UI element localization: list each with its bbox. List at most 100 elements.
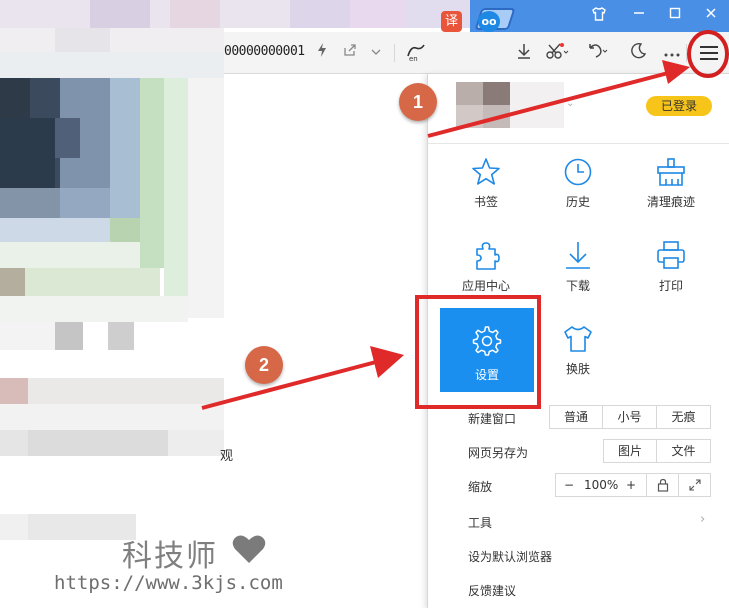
download-icon: [566, 242, 590, 269]
app-center-tile[interactable]: 应用中心: [437, 239, 535, 294]
zoom-control: − 100% +: [555, 473, 647, 497]
tile-label: 清理痕迹: [646, 195, 695, 209]
mosaic-block: [0, 268, 25, 296]
downloads-tile[interactable]: 下载: [529, 239, 627, 294]
new-window-normal-button[interactable]: 普通: [549, 405, 603, 429]
tile-label: 换肤: [565, 362, 590, 376]
watermark-title: 科技师: [122, 539, 218, 574]
tools-menu-item[interactable]: 工具: [468, 514, 492, 531]
mosaic-block: [60, 188, 110, 218]
extension-icon[interactable]: oo: [478, 11, 500, 32]
bookmarks-tile[interactable]: 书签: [437, 157, 535, 210]
zoom-value: 100%: [584, 478, 619, 492]
printer-icon: [657, 241, 685, 269]
address-bar-text[interactable]: 00000000001: [224, 44, 305, 59]
clock-icon: [564, 158, 592, 186]
fullscreen-button[interactable]: [678, 473, 711, 497]
step-1-badge: 1: [399, 83, 437, 121]
download-icon[interactable]: [512, 42, 536, 64]
share-icon[interactable]: [338, 42, 362, 64]
mosaic-block: [0, 28, 224, 52]
toolbar-divider: [394, 44, 395, 62]
watermark-url: https://www.3kjs.com: [54, 572, 283, 594]
mosaic-block: [0, 242, 140, 268]
night-mode-moon-icon[interactable]: [626, 42, 650, 64]
new-window-small-button[interactable]: 小号: [602, 405, 657, 429]
screenshot-stage: 00000000001 en 译 oo 观 ⌄ 已登录 书签 历史 清理痕迹 应…: [0, 0, 729, 608]
step-2-badge: 2: [245, 346, 283, 384]
mosaic-block: [28, 514, 136, 540]
print-tile[interactable]: 打印: [622, 239, 720, 294]
mosaic-block: [90, 0, 150, 28]
chevron-down-icon[interactable]: ⌄: [566, 98, 574, 109]
lightning-icon[interactable]: [310, 42, 334, 64]
screenshot-scissors-icon[interactable]: [545, 42, 569, 64]
mosaic-block: [0, 52, 224, 78]
chevron-down-icon[interactable]: [364, 42, 388, 64]
save-page-label: 网页另存为: [468, 446, 529, 460]
set-default-browser-item[interactable]: 设为默认浏览器: [468, 548, 552, 565]
gear-icon: [472, 326, 502, 356]
tile-label: 应用中心: [461, 279, 510, 293]
main-menu-hamburger-icon[interactable]: [697, 40, 721, 66]
zoom-in-button[interactable]: +: [626, 474, 636, 496]
mosaic-block: [188, 78, 224, 318]
mosaic-block: [164, 78, 188, 298]
heart-icon: [232, 535, 266, 563]
mosaic-block: [55, 28, 110, 52]
logged-in-badge[interactable]: 已登录: [646, 96, 712, 116]
mosaic-block: [170, 0, 220, 28]
tile-label: 设置: [474, 368, 499, 382]
avatar[interactable]: [456, 82, 510, 128]
maximize-icon[interactable]: [664, 6, 686, 26]
tile-label: 打印: [658, 279, 683, 293]
username-blurred: [510, 82, 564, 128]
mosaic-block: [0, 118, 55, 188]
mosaic-block: [55, 118, 80, 158]
star-icon: [472, 158, 500, 185]
history-tile[interactable]: 历史: [529, 157, 627, 210]
mosaic-block: [168, 430, 224, 456]
broom-icon: [657, 158, 685, 186]
expand-icon: [688, 479, 701, 491]
tile-label: 历史: [565, 195, 590, 209]
lock-zoom-button[interactable]: [646, 473, 679, 497]
translate-en-icon[interactable]: en: [404, 42, 428, 64]
zoom-out-button[interactable]: −: [564, 474, 574, 496]
mosaic-block: [108, 322, 134, 350]
clear-traces-tile[interactable]: 清理痕迹: [622, 157, 720, 210]
undo-icon[interactable]: [586, 42, 610, 64]
mosaic-block: [350, 0, 405, 28]
mosaic-block: [0, 188, 60, 218]
new-window-incognito-button[interactable]: 无痕: [656, 405, 711, 429]
chevron-right-icon: ›: [700, 512, 706, 527]
mosaic-block: [25, 268, 160, 296]
mosaic-block: [0, 430, 28, 456]
skin-shirt-icon[interactable]: [588, 6, 610, 26]
save-as-file-button[interactable]: 文件: [656, 439, 711, 463]
close-window-icon[interactable]: [700, 6, 722, 26]
minimize-icon[interactable]: [628, 6, 650, 26]
mosaic-block: [0, 404, 224, 430]
more-dots-icon[interactable]: [660, 42, 684, 64]
settings-tile[interactable]: 设置: [440, 308, 534, 392]
feedback-item[interactable]: 反馈建议: [468, 582, 516, 599]
toolbar-divider: [686, 44, 687, 62]
lock-icon: [657, 478, 668, 492]
puzzle-icon: [476, 242, 500, 270]
tile-label: 书签: [473, 195, 498, 209]
mosaic-block: [0, 514, 28, 540]
arrow-2-head: [370, 346, 404, 378]
skin-tile[interactable]: 换肤: [529, 324, 627, 377]
new-window-label: 新建窗口: [468, 412, 517, 426]
svg-text:en: en: [409, 55, 418, 62]
mosaic-block: [0, 378, 28, 404]
shirt-icon: [564, 326, 592, 352]
translate-button[interactable]: 译: [441, 11, 462, 32]
mosaic-block: [140, 78, 164, 268]
mosaic-block: [290, 0, 350, 28]
tile-label: 下载: [565, 279, 590, 293]
arrow-2-shaft: [201, 360, 377, 410]
save-as-image-button[interactable]: 图片: [603, 439, 657, 463]
page-text-fragment: 观: [220, 449, 234, 464]
